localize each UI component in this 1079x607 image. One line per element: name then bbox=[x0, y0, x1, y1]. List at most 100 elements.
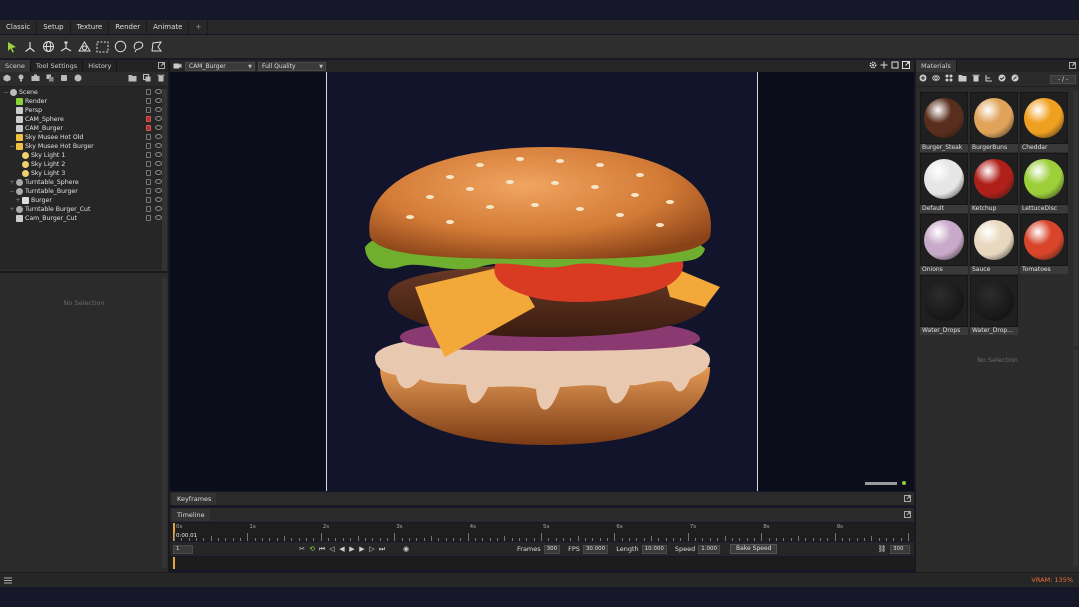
pivot-tool-icon[interactable] bbox=[76, 39, 92, 55]
visibility-eye-icon[interactable] bbox=[155, 107, 162, 112]
timeline-ruler[interactable]: 0:00.01 0s 1s 2s 3s 4s 5s 6s 7s 8s 9s bbox=[170, 523, 914, 541]
speed-field[interactable]: 1.000 bbox=[698, 544, 720, 554]
visibility-eye-icon[interactable] bbox=[155, 116, 162, 121]
tree-item[interactable]: Sky Light 1 bbox=[0, 151, 168, 160]
material-item[interactable]: Tomatoes bbox=[1020, 214, 1068, 274]
visibility-eye-icon[interactable] bbox=[155, 179, 162, 184]
keyframe-icon[interactable]: ◉ bbox=[401, 544, 411, 554]
visibility-eye-icon[interactable] bbox=[155, 98, 162, 103]
tree-item[interactable]: Persp bbox=[0, 106, 168, 115]
material-item[interactable]: Ketchup bbox=[970, 153, 1018, 213]
cube-add-icon[interactable] bbox=[3, 74, 11, 84]
expand-icon[interactable] bbox=[1069, 62, 1076, 71]
tab-tool-settings[interactable]: Tool Settings bbox=[31, 60, 84, 72]
material-item[interactable]: Burger_Steak bbox=[920, 92, 968, 152]
render-viewport[interactable] bbox=[170, 72, 914, 491]
step-back-icon[interactable]: ◀ bbox=[337, 544, 347, 554]
move-tool-icon[interactable] bbox=[22, 39, 38, 55]
material-item[interactable]: Cheddar bbox=[1020, 92, 1068, 152]
tree-item[interactable]: − Turntable_Burger bbox=[0, 187, 168, 196]
tab-render[interactable]: Render bbox=[109, 20, 148, 34]
visibility-eye-icon[interactable] bbox=[155, 206, 162, 211]
tab-classic[interactable]: Classic bbox=[0, 20, 38, 34]
materials-scrollbar[interactable] bbox=[1073, 91, 1078, 346]
lock-icon[interactable] bbox=[146, 98, 151, 104]
expand-icon[interactable] bbox=[904, 495, 911, 504]
tree-item[interactable]: Sky Light 3 bbox=[0, 169, 168, 178]
playhead-track[interactable] bbox=[173, 557, 175, 569]
start-frame-field[interactable]: 1 bbox=[173, 544, 193, 554]
material-item[interactable]: Onions bbox=[920, 214, 968, 274]
multi-material-icon[interactable] bbox=[945, 74, 953, 84]
lock-icon[interactable] bbox=[146, 143, 151, 149]
material-props-scrollbar[interactable] bbox=[1073, 350, 1078, 566]
sphere-add-icon[interactable] bbox=[74, 74, 82, 84]
lock-icon[interactable] bbox=[146, 134, 151, 140]
lock-icon[interactable] bbox=[146, 116, 151, 122]
tree-item[interactable]: − Sky Musee Hot Burger bbox=[0, 142, 168, 151]
properties-scrollbar[interactable] bbox=[162, 278, 167, 568]
rect-select-icon[interactable] bbox=[94, 39, 110, 55]
apply-material-icon[interactable] bbox=[998, 74, 1006, 84]
gear-icon[interactable] bbox=[869, 61, 877, 71]
play-icon[interactable]: ▶ bbox=[347, 544, 357, 554]
move-view-icon[interactable] bbox=[880, 61, 888, 71]
lock-icon[interactable] bbox=[146, 206, 151, 212]
turntable-add-icon[interactable] bbox=[60, 74, 68, 84]
tab-animate[interactable]: Animate bbox=[147, 20, 190, 34]
poly-select-icon[interactable] bbox=[148, 39, 164, 55]
duplicate-icon[interactable] bbox=[143, 74, 151, 84]
link-material-icon[interactable] bbox=[932, 74, 940, 84]
frames-field[interactable]: 300 bbox=[543, 544, 561, 554]
cut-icon[interactable]: ✂ bbox=[297, 544, 307, 554]
expand-tree-icon[interactable]: + bbox=[8, 178, 16, 187]
lock-icon[interactable] bbox=[146, 107, 151, 113]
visibility-eye-icon[interactable] bbox=[155, 152, 162, 157]
tree-item[interactable]: Sky Musee Hot Old bbox=[0, 133, 168, 142]
skip-end-icon[interactable]: ⏭ bbox=[377, 544, 387, 554]
tree-item[interactable]: CAM_Sphere bbox=[0, 115, 168, 124]
skip-start-icon[interactable]: ⏮ bbox=[317, 544, 327, 554]
lock-icon[interactable] bbox=[146, 215, 151, 221]
lock-icon[interactable] bbox=[146, 152, 151, 158]
step-forward-icon[interactable]: ▶ bbox=[357, 544, 367, 554]
folder-icon[interactable] bbox=[128, 74, 137, 84]
tree-item[interactable]: + Turntable_Sphere bbox=[0, 178, 168, 187]
material-item[interactable]: LettuceDisc bbox=[1020, 153, 1068, 213]
lock-icon[interactable] bbox=[146, 197, 151, 203]
expand-icon[interactable] bbox=[904, 511, 911, 520]
tree-scrollbar[interactable] bbox=[162, 89, 167, 271]
visibility-eye-icon[interactable] bbox=[155, 125, 162, 130]
visibility-eye-icon[interactable] bbox=[155, 134, 162, 139]
tree-item[interactable]: CAM_Burger bbox=[0, 124, 168, 133]
lock-icon[interactable] bbox=[146, 161, 151, 167]
tab-materials[interactable]: Materials bbox=[916, 60, 957, 72]
tree-icon[interactable] bbox=[985, 74, 993, 84]
tab-texture[interactable]: Texture bbox=[71, 20, 110, 34]
clear-material-icon[interactable] bbox=[1011, 74, 1019, 84]
tab-scene[interactable]: Scene bbox=[0, 60, 31, 72]
group-add-icon[interactable] bbox=[46, 74, 54, 84]
length-field[interactable]: 10.000 bbox=[641, 544, 667, 554]
fps-field[interactable]: 30.000 bbox=[582, 544, 609, 554]
quality-select[interactable]: Full Quality ▼ bbox=[258, 61, 326, 71]
visibility-eye-icon[interactable] bbox=[155, 188, 162, 193]
scale-tool-icon[interactable] bbox=[58, 39, 74, 55]
tab-timeline[interactable]: Timeline bbox=[172, 509, 210, 521]
panel-divider[interactable] bbox=[0, 271, 169, 273]
visibility-eye-icon[interactable] bbox=[155, 197, 162, 202]
collapse-tree-icon[interactable]: − bbox=[2, 88, 10, 97]
loop-icon[interactable]: ⟲ bbox=[307, 544, 317, 554]
lasso-select-icon[interactable] bbox=[130, 39, 146, 55]
bake-speed-button[interactable]: Bake Speed bbox=[730, 544, 778, 554]
add-material-icon[interactable] bbox=[919, 74, 927, 84]
link-icon[interactable]: ⛓ bbox=[877, 544, 887, 554]
visibility-eye-icon[interactable] bbox=[155, 170, 162, 175]
visibility-eye-icon[interactable] bbox=[155, 161, 162, 166]
timeline-track[interactable] bbox=[170, 557, 914, 569]
tab-history[interactable]: History bbox=[83, 60, 118, 72]
material-counter[interactable]: - / - bbox=[1050, 74, 1076, 84]
folder-icon[interactable] bbox=[958, 74, 967, 84]
tree-item[interactable]: Sky Light 2 bbox=[0, 160, 168, 169]
material-item[interactable]: BurgerBuns bbox=[970, 92, 1018, 152]
